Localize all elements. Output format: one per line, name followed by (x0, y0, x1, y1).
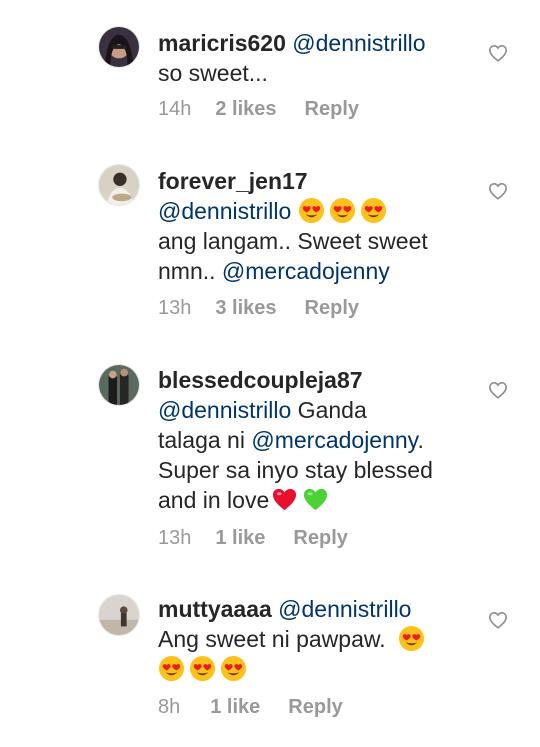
heart-eyes-emoji-icon (189, 655, 216, 682)
avatar[interactable] (98, 26, 140, 68)
comment-likes[interactable]: 1 like (210, 696, 260, 719)
avatar[interactable] (98, 594, 140, 636)
comment-username[interactable]: maricris620 (158, 30, 286, 56)
comment-mention[interactable]: @mercadojenny (222, 258, 390, 284)
comment-body: so sweet... (158, 60, 268, 86)
comment-meta: 13h 1 like Reply (158, 527, 348, 550)
comment-likes[interactable]: 3 likes (215, 297, 276, 320)
comment-text: muttyaaaa @dennistrillo Ang sweet ni paw… (158, 594, 478, 684)
comment-text: blessedcoupleja87 @dennistrillo Ganda ta… (158, 365, 478, 515)
reply-button[interactable]: Reply (293, 527, 347, 550)
avatar[interactable] (98, 164, 140, 206)
comment-username[interactable]: blessedcoupleja87 (158, 367, 363, 393)
avatar[interactable] (98, 364, 140, 406)
comment-text: forever_jen17 @dennistrillo ang langam..… (158, 166, 478, 286)
comment-time: 14h (158, 98, 192, 120)
heart-outline-icon[interactable] (488, 182, 508, 200)
comment-mention[interactable]: @dennistrillo (278, 596, 411, 622)
comment-time: 8h (158, 696, 181, 718)
reply-button[interactable]: Reply (288, 696, 342, 719)
comment-mention[interactable]: @dennistrillo (158, 198, 291, 224)
comment-meta: 8h 1 like Reply (158, 696, 343, 719)
reply-button[interactable]: Reply (305, 98, 359, 121)
comment-body: . (417, 427, 424, 453)
comment-body: Ganda (291, 397, 367, 423)
comment-meta: 13h 3 likes Reply (158, 297, 359, 320)
green-heart-emoji-icon (302, 486, 329, 513)
heart-eyes-emoji-icon (220, 655, 247, 682)
comment-mention[interactable]: @dennistrillo (292, 30, 425, 56)
comment-body: and in love (158, 487, 270, 513)
red-heart-emoji-icon (271, 486, 298, 513)
comment-mention[interactable]: @mercadojenny (251, 427, 417, 453)
heart-outline-icon[interactable] (488, 381, 508, 399)
heart-eyes-emoji-icon (298, 197, 325, 224)
comment-username[interactable]: forever_jen17 (158, 168, 308, 194)
heart-outline-icon[interactable] (488, 611, 508, 629)
heart-eyes-emoji-icon (360, 197, 387, 224)
comment-body: ang langam.. Sweet sweet (158, 228, 428, 254)
comment-username[interactable]: muttyaaaa (158, 596, 272, 622)
comment-body: talaga ni (158, 427, 252, 453)
heart-eyes-emoji-icon (158, 655, 185, 682)
comment-text: maricris620 @dennistrillo so sweet... (158, 28, 478, 88)
comment-mention[interactable]: @dennistrillo (158, 397, 291, 423)
comment-body: nmn.. (158, 258, 222, 284)
comment-likes[interactable]: 1 like (215, 527, 265, 550)
comment-time: 13h (158, 527, 192, 549)
comment-body: Super sa inyo stay blessed (158, 457, 433, 483)
reply-button[interactable]: Reply (305, 297, 359, 320)
heart-outline-icon[interactable] (488, 44, 508, 62)
comment-body: Ang sweet ni pawpaw. (158, 626, 386, 652)
comment-meta: 14h 2 likes Reply (158, 98, 359, 121)
heart-eyes-emoji-icon (398, 625, 425, 652)
comment-likes[interactable]: 2 likes (215, 98, 276, 121)
heart-eyes-emoji-icon (329, 197, 356, 224)
comment-time: 13h (158, 297, 192, 319)
